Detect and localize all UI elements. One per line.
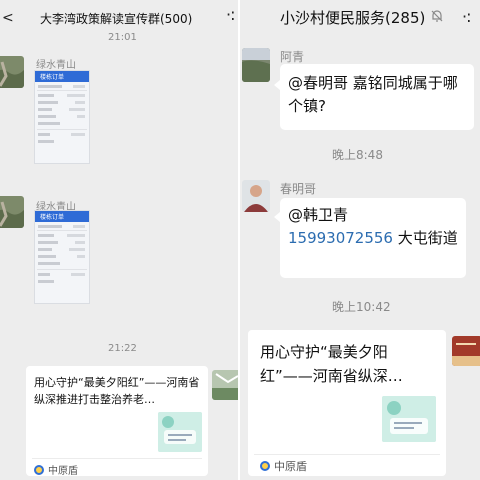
left-timestamp-2: 21:22 xyxy=(108,343,137,354)
right-timestamp-2: 晚上10:42 xyxy=(332,300,391,314)
avatar-image xyxy=(242,48,270,82)
link-card[interactable]: 用心守护“最美夕阳红”——河南省纵深推进打击整治养老… 中原盾 xyxy=(26,366,208,477)
zhongyuandun-logo-icon xyxy=(34,464,44,475)
message-bubble[interactable]: @韩卫青 15993072556 大屯街道 xyxy=(280,198,466,278)
link-card-thumbnail xyxy=(158,412,202,452)
avatar[interactable] xyxy=(0,56,24,88)
left-chat-header: < 大李湾政策解读宣传群(500) ·: xyxy=(0,0,238,34)
phone-number-link[interactable]: 15993072556 xyxy=(288,229,393,247)
mention-text[interactable]: @韩卫青 xyxy=(288,206,348,224)
image-message[interactable]: 楼栋订单 xyxy=(34,70,90,164)
avatar-image xyxy=(0,196,24,228)
left-timestamp-1: 21:01 xyxy=(108,32,137,43)
sender-name: 春明哥 xyxy=(280,182,317,196)
sender-name: 绿水青山 xyxy=(36,60,76,71)
right-chat-title: 小沙村便民服务(285) xyxy=(280,9,426,27)
right-timestamp-1: 晚上8:48 xyxy=(332,148,383,162)
more-icon[interactable]: ·: xyxy=(462,7,472,26)
screenshot-header: 楼栋订单 xyxy=(40,214,65,221)
avatar[interactable] xyxy=(0,196,24,228)
link-card-source: 中原盾 xyxy=(274,460,307,473)
right-chat-header: 小沙村便民服务(285) ·: xyxy=(240,0,480,34)
left-chat-window: < 大李湾政策解读宣传群(500) ·: 21:01 绿水青山 楼栋订单 绿水青… xyxy=(0,0,238,480)
avatar-image xyxy=(242,180,270,212)
avatar-image xyxy=(212,370,238,400)
avatar-image xyxy=(0,56,24,88)
link-card[interactable]: 用心守护“最美夕阳红”——河南省纵深… 中原盾 xyxy=(248,330,446,476)
avatar[interactable] xyxy=(242,180,270,212)
chevron-left-icon[interactable]: < xyxy=(2,10,14,26)
link-card-thumbnail xyxy=(382,396,436,442)
link-card-title: 用心守护“最美夕阳红”——河南省纵深推进打击整治养老… xyxy=(34,376,200,406)
avatar[interactable] xyxy=(452,336,480,366)
more-icon[interactable]: ·: xyxy=(226,5,236,24)
bell-mute-icon xyxy=(431,10,443,22)
image-message[interactable]: 楼栋订单 xyxy=(34,210,90,304)
left-chat-title: 大李湾政策解读宣传群(500) xyxy=(40,12,193,26)
avatar[interactable] xyxy=(212,370,238,400)
zhongyuandun-logo-icon xyxy=(260,461,270,471)
link-card-title: 用心守护“最美夕阳红”——河南省纵深… xyxy=(260,343,403,385)
avatar-image xyxy=(452,336,480,366)
link-card-source: 中原盾 xyxy=(48,466,78,477)
screenshot-header: 楼栋订单 xyxy=(40,74,65,81)
message-bubble[interactable]: @春明哥 嘉铭同城属于哪个镇? xyxy=(280,64,474,130)
message-text: 大屯街道 xyxy=(392,229,458,247)
sender-name: 阿青 xyxy=(280,50,305,64)
right-chat-window: 小沙村便民服务(285) ·: 阿青 @春明哥 嘉铭同城属于哪个镇? 晚上8:4… xyxy=(240,0,480,480)
message-text: @春明哥 嘉铭同城属于哪个镇? xyxy=(288,74,458,115)
avatar[interactable] xyxy=(242,48,270,82)
